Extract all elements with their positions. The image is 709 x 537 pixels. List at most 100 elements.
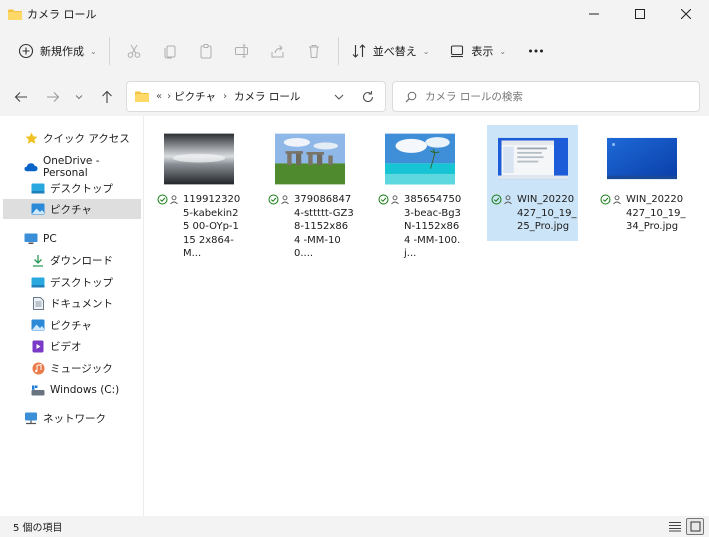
cloud-icon bbox=[24, 160, 38, 174]
drive-icon bbox=[31, 383, 45, 397]
recent-locations-button[interactable] bbox=[68, 86, 90, 108]
sidebar-item-downloads[interactable]: ダウンロード bbox=[31, 250, 142, 270]
sidebar-item-pictures[interactable]: ピクチャ bbox=[31, 315, 142, 335]
share-icon bbox=[271, 45, 284, 58]
thumbnail bbox=[164, 130, 234, 188]
view-button[interactable]: 表示 ⌄ bbox=[443, 35, 512, 67]
search-box[interactable]: カメラ ロールの検索 bbox=[392, 81, 700, 112]
rename-button[interactable] bbox=[224, 35, 260, 67]
divider bbox=[337, 37, 339, 65]
sort-button-label: 並べ替え bbox=[372, 45, 417, 58]
sidebar-item-music[interactable]: ミュージック bbox=[31, 358, 142, 378]
sidebar-item-documents[interactable]: ドキュメント bbox=[31, 293, 142, 313]
navigation-pane: クイック アクセス OneDrive - Personal デスクトップ ピクチ… bbox=[0, 116, 144, 516]
sidebar-item-label: ビデオ bbox=[50, 340, 82, 353]
maximize-button[interactable] bbox=[617, 0, 663, 28]
share-button[interactable] bbox=[260, 35, 296, 67]
address-bar[interactable]: « › ピクチャ › カメラ ロール bbox=[126, 81, 386, 112]
pictures-icon bbox=[31, 202, 45, 216]
chevron-down-icon: ⌄ bbox=[422, 46, 430, 56]
desktop-icon bbox=[31, 275, 45, 289]
sidebar-item-pc[interactable]: PC bbox=[24, 229, 142, 249]
video-icon bbox=[31, 339, 45, 353]
copy-icon bbox=[164, 45, 176, 59]
sidebar-item-label: ダウンロード bbox=[50, 254, 113, 267]
arrow-right-icon bbox=[47, 92, 60, 102]
sidebar-item-label: PC bbox=[43, 233, 57, 245]
arrow-left-icon bbox=[14, 92, 27, 102]
breadcrumb-pictures[interactable]: ピクチャ bbox=[174, 89, 216, 104]
window-title: カメラ ロール bbox=[27, 8, 97, 21]
new-button[interactable]: 新規作成 ⌄ bbox=[12, 35, 103, 67]
sort-button[interactable]: 並べ替え ⌄ bbox=[345, 35, 436, 67]
more-options-button[interactable] bbox=[520, 35, 552, 67]
details-view-button[interactable] bbox=[666, 518, 684, 535]
sync-status bbox=[268, 193, 294, 261]
sidebar-item-label: ピクチャ bbox=[50, 319, 92, 332]
file-item[interactable]: 385654750 3-beac-Bg3 N-1152x864 -MM-100.… bbox=[374, 126, 465, 259]
chevron-down-icon bbox=[334, 94, 344, 100]
file-item[interactable]: 379086847 4-sttttt-GZ3 8-1152x864 -MM-10… bbox=[264, 126, 355, 259]
file-item[interactable]: WIN_20220 427_10_19_ 25_Pro.jpg bbox=[487, 125, 578, 241]
status-bar: 5 個の項目 bbox=[0, 516, 709, 537]
folder-icon bbox=[8, 9, 22, 20]
arrow-up-icon bbox=[102, 90, 112, 103]
breadcrumb-overflow[interactable]: « bbox=[156, 91, 162, 102]
sync-status bbox=[491, 193, 517, 234]
sidebar-item-label: クイック アクセス bbox=[43, 132, 130, 145]
breadcrumb-camera-roll[interactable]: カメラ ロール bbox=[234, 89, 300, 104]
sidebar-item-label: ドキュメント bbox=[50, 297, 113, 310]
file-name: WIN_20220 427_10_19_ 25_Pro.jpg bbox=[517, 194, 577, 232]
up-button[interactable] bbox=[96, 86, 118, 108]
address-dropdown-button[interactable] bbox=[333, 91, 345, 103]
back-button[interactable] bbox=[10, 86, 32, 108]
view-icon bbox=[451, 45, 464, 58]
chevron-down-icon: ⌄ bbox=[499, 46, 507, 56]
minimize-button[interactable] bbox=[571, 0, 617, 28]
rename-icon bbox=[234, 44, 248, 58]
file-item[interactable]: WIN_20220 427_10_19_ 34_Pro.jpg bbox=[596, 125, 687, 241]
refresh-button[interactable] bbox=[361, 90, 375, 104]
new-button-label: 新規作成 bbox=[40, 45, 84, 58]
sidebar-item-label: ピクチャ bbox=[50, 203, 92, 216]
close-button[interactable] bbox=[663, 0, 709, 28]
thumbnail bbox=[607, 129, 677, 187]
sidebar-item-label: ミュージック bbox=[50, 362, 113, 375]
sidebar-item-onedrive-pictures[interactable]: ピクチャ bbox=[3, 199, 141, 219]
copy-button[interactable] bbox=[152, 35, 188, 67]
download-icon bbox=[31, 253, 45, 267]
delete-button[interactable] bbox=[296, 35, 332, 67]
pictures-icon bbox=[31, 318, 45, 332]
sidebar-item-label: ネットワーク bbox=[43, 412, 106, 425]
title-bar: カメラ ロール bbox=[0, 0, 709, 28]
folder-icon bbox=[135, 91, 149, 102]
search-input[interactable]: カメラ ロールの検索 bbox=[425, 89, 523, 104]
more-icon bbox=[529, 49, 544, 53]
forward-button[interactable] bbox=[42, 86, 64, 108]
document-icon bbox=[31, 296, 45, 310]
sidebar-item-windows-drive[interactable]: Windows (C:) bbox=[31, 380, 142, 400]
sidebar-item-quick-access[interactable]: クイック アクセス bbox=[24, 128, 142, 148]
details-view-icon bbox=[669, 522, 681, 532]
file-item[interactable]: 119912320 5-kabekin25 00-OYp-115 2x864-M… bbox=[153, 126, 244, 259]
sidebar-item-label: デスクトップ bbox=[50, 182, 113, 195]
divider bbox=[108, 37, 110, 65]
command-bar: 新規作成 ⌄ 並べ替え ⌄ 表示 ⌄ bbox=[0, 30, 709, 72]
file-list: 119912320 5-kabekin25 00-OYp-115 2x864-M… bbox=[144, 116, 709, 516]
chevron-right-icon: › bbox=[223, 91, 228, 102]
large-icons-view-button[interactable] bbox=[686, 518, 704, 535]
sidebar-item-onedrive-desktop[interactable]: デスクトップ bbox=[31, 178, 142, 198]
search-icon bbox=[405, 91, 417, 103]
music-icon bbox=[31, 361, 45, 375]
paste-button[interactable] bbox=[188, 35, 224, 67]
file-name: 385654750 3-beac-Bg3 N-1152x864 -MM-100.… bbox=[404, 194, 462, 259]
chevron-right-icon: › bbox=[167, 91, 172, 102]
cut-icon bbox=[127, 44, 141, 58]
cut-button[interactable] bbox=[116, 35, 152, 67]
sidebar-item-onedrive[interactable]: OneDrive - Personal bbox=[24, 155, 142, 179]
sidebar-item-videos[interactable]: ビデオ bbox=[31, 336, 142, 356]
sidebar-item-network[interactable]: ネットワーク bbox=[24, 408, 142, 428]
close-icon bbox=[681, 9, 691, 19]
sidebar-item-desktop[interactable]: デスクトップ bbox=[31, 272, 142, 292]
minimize-icon bbox=[589, 13, 599, 15]
